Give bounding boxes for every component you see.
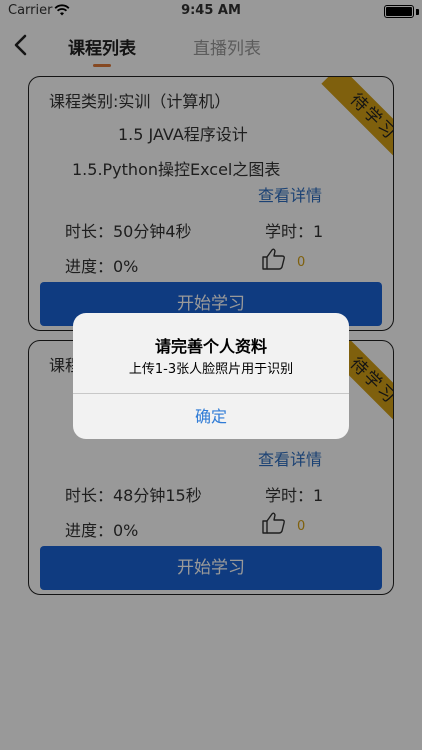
- alert-title: 请完善个人资料: [154, 337, 267, 356]
- alert-message: 上传1-3张人脸照片用于识别: [128, 362, 294, 377]
- alert-dialog: 请完善个人资料 上传1-3张人脸照片用于识别 确定: [73, 313, 349, 439]
- confirm-button[interactable]: 确定: [73, 394, 349, 439]
